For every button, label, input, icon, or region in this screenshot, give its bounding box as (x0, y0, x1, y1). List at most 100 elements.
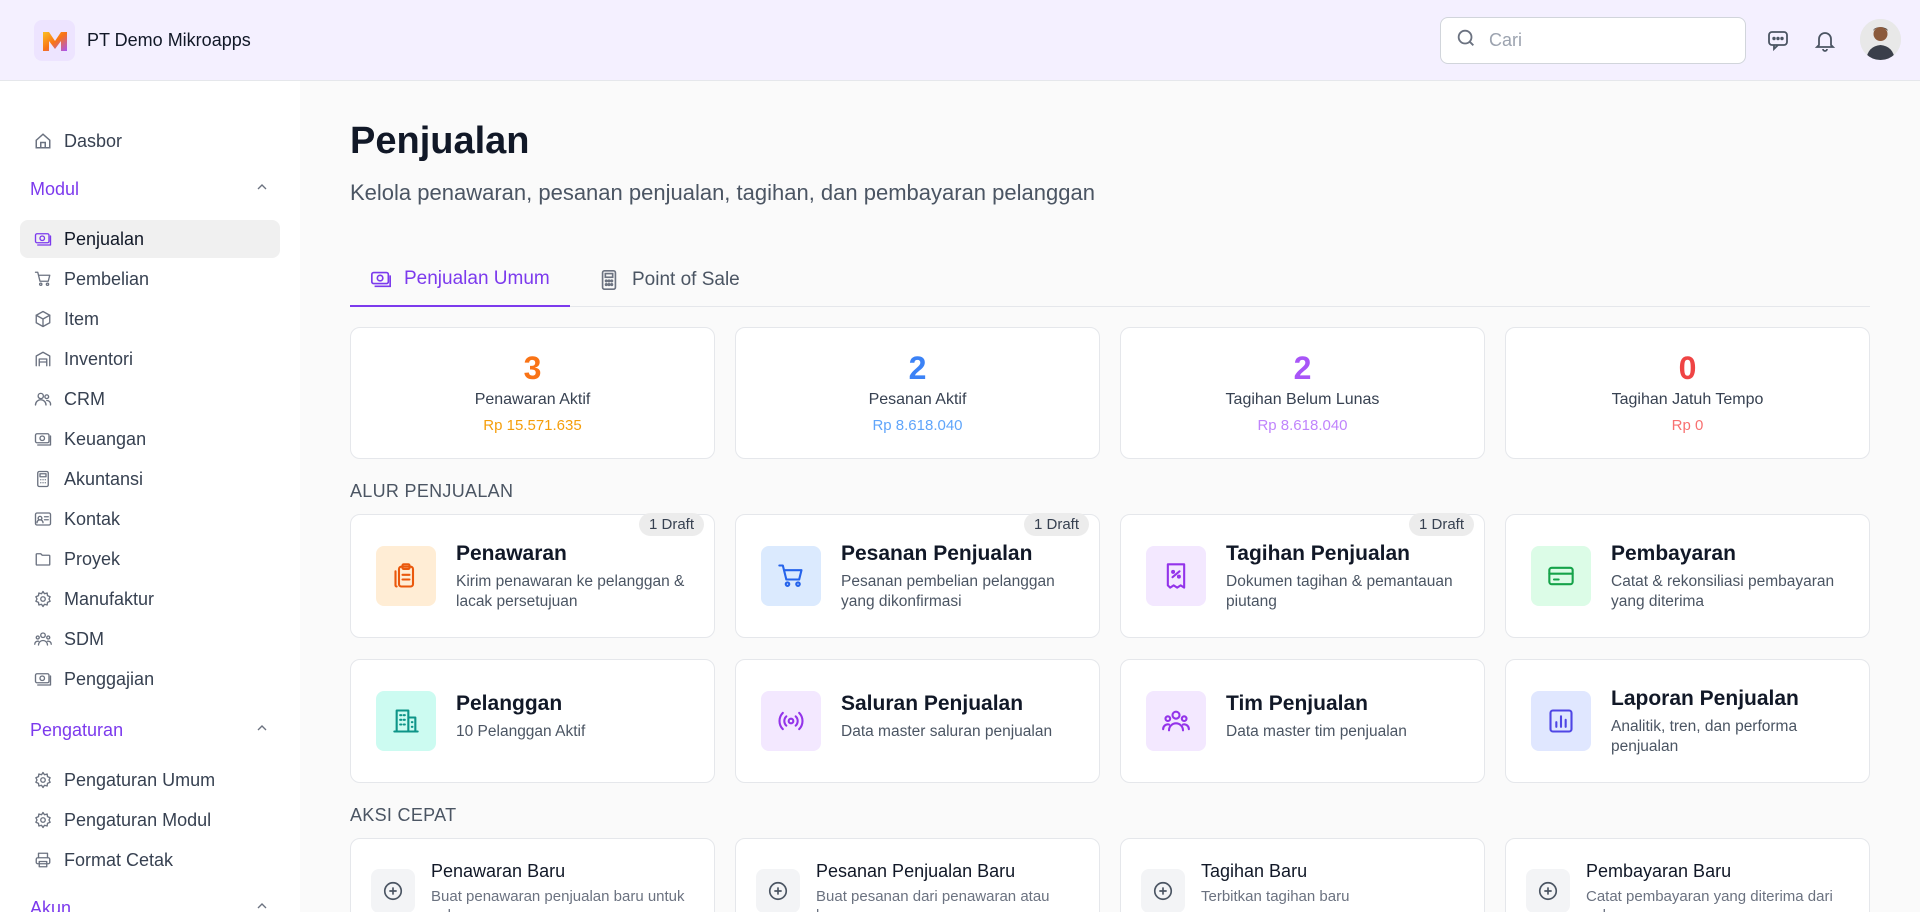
draft-badge: 1 Draft (638, 513, 704, 536)
sidebar-item-label: Kontak (64, 508, 121, 529)
sidebar-item-penjualan[interactable]: Penjualan (20, 220, 280, 258)
card-description: Analitik, tren, dan performa penjualan (1611, 718, 1798, 755)
card-description: Kirim penawaran ke pelanggan & lacak per… (456, 573, 685, 610)
card-description: Data master tim penjualan (1226, 723, 1407, 740)
plus-circle-icon (371, 869, 415, 912)
sidebar-item-dasbor[interactable]: Dasbor (20, 122, 280, 160)
tab-penjualan-umum[interactable]: Penjualan Umum (350, 252, 570, 307)
card-title: Pelanggan (456, 692, 563, 715)
card-description: Pesanan pembelian pelanggan yang dikonfi… (841, 573, 1055, 610)
flow-card-laporan-penjualan[interactable]: Laporan Penjualan Analitik, tren, dan per… (1505, 659, 1870, 783)
sidebar-section-akun[interactable]: Akun (30, 893, 270, 912)
team-icon (1146, 691, 1206, 751)
calculator-icon (598, 269, 620, 291)
stat-amount: Rp 8.618.040 (1257, 417, 1348, 434)
page-subtitle: Kelola penawaran, pesanan penjualan, tag… (350, 180, 1095, 205)
stat-label: Tagihan Belum Lunas (1225, 391, 1380, 408)
sidebar-section-pengaturan[interactable]: Pengaturan (30, 715, 270, 745)
search-box[interactable] (1440, 17, 1746, 64)
sidebar-item-proyek[interactable]: Proyek (20, 540, 280, 578)
quick-action-pembayaran-baru[interactable]: Pembayaran Baru Catat pembayaran yang dit… (1505, 838, 1870, 912)
sidebar-item-manufaktur[interactable]: Manufaktur (20, 580, 280, 618)
section-title: Pengaturan (30, 719, 124, 740)
flow-card-pesanan-penjualan[interactable]: Pesanan Penjualan Pesanan pembelian pelan… (735, 513, 1100, 638)
flow-card-saluran-penjualan[interactable]: Saluran Penjualan Data master saluran pen… (735, 659, 1100, 783)
building-icon (376, 691, 436, 751)
sidebar-item-label: Keuangan (64, 428, 147, 449)
company-logo[interactable] (34, 20, 75, 61)
sidebar-item-label: SDM (64, 628, 104, 649)
avatar[interactable] (1860, 19, 1901, 60)
sidebar-item-kontak[interactable]: Kontak (20, 500, 280, 538)
sidebar-item-pembelian[interactable]: Pembelian (20, 260, 280, 298)
sidebar-item-label: Penggajian (64, 668, 155, 689)
stat-amount: Rp 15.571.635 (483, 417, 582, 434)
sidebar-item-label: Pengaturan Umum (64, 769, 216, 790)
tab-point-of-sale[interactable]: Point of Sale (578, 252, 760, 307)
quick-action-pesanan-penjualan-baru[interactable]: Pesanan Penjualan Baru Buat pesanan dari … (735, 838, 1100, 912)
stat-label: Pesanan Aktif (868, 391, 967, 408)
stat-card[interactable]: 2 Pesanan Aktif Rp 8.618.040 (735, 327, 1100, 459)
sidebar-item-format-cetak[interactable]: Format Cetak (20, 841, 280, 879)
stat-card[interactable]: 0 Tagihan Jatuh Tempo Rp 0 (1505, 327, 1870, 459)
receipt-icon (1146, 546, 1206, 606)
sidebar-item-pengaturan-umum[interactable]: Pengaturan Umum (20, 761, 280, 799)
money-icon (34, 670, 52, 688)
bar-chart-icon (1531, 691, 1591, 751)
stat-card[interactable]: 2 Tagihan Belum Lunas Rp 8.618.040 (1120, 327, 1485, 459)
card-description: 10 Pelanggan Aktif (456, 723, 586, 740)
company-name[interactable]: PT Demo Mikroapps (87, 30, 251, 51)
group-icon (34, 630, 52, 648)
money-icon (34, 230, 52, 248)
stat-card[interactable]: 3 Penawaran Aktif Rp 15.571.635 (350, 327, 715, 459)
quick-action-description: Terbitkan tagihan baru (1201, 888, 1350, 905)
quick-action-description: Catat pembayaran yang diterima dari pela… (1586, 888, 1833, 912)
sidebar-item-label: Pengaturan Modul (64, 809, 212, 830)
sidebar-section-modul[interactable]: Modul (30, 174, 270, 204)
section-title: Akun (30, 897, 72, 912)
section-aksi-cepat: AKSI CEPAT (350, 805, 457, 825)
chevron-up-icon (254, 179, 270, 200)
sidebar-item-label: Format Cetak (64, 849, 174, 870)
contact-card-icon (34, 510, 52, 528)
sidebar-item-crm[interactable]: CRM (20, 380, 280, 418)
flow-card-tagihan-penjualan[interactable]: Tagihan Penjualan Dokumen tagihan & peman… (1120, 513, 1485, 638)
card-title: Tagihan Penjualan (1226, 542, 1410, 565)
sidebar-item-label: Pembelian (64, 268, 150, 289)
section-title: Modul (30, 178, 80, 199)
flow-card-pembayaran[interactable]: Pembayaran Catat & rekonsiliasi pembayara… (1505, 514, 1870, 638)
search-input[interactable] (1489, 30, 1739, 51)
gear-icon (34, 771, 52, 789)
chat-icon[interactable] (1764, 26, 1792, 54)
sidebar-item-label: Manufaktur (64, 588, 155, 609)
printer-icon (34, 851, 52, 869)
flow-card-penawaran[interactable]: Penawaran Kirim penawaran ke pelanggan & … (350, 513, 715, 638)
sidebar-item-item[interactable]: Item (20, 300, 280, 338)
stat-label: Penawaran Aktif (474, 391, 591, 408)
sidebar-item-akuntansi[interactable]: Akuntansi (20, 460, 280, 498)
sidebar-item-label: Akuntansi (64, 468, 144, 489)
flow-card-tim-penjualan[interactable]: Tim Penjualan Data master tim penjualan (1120, 659, 1485, 783)
cart-icon (34, 270, 52, 288)
page-title: Penjualan (350, 120, 530, 162)
sidebar-item-pengaturan-modul[interactable]: Pengaturan Modul (20, 801, 280, 839)
quick-action-tagihan-baru[interactable]: Tagihan Baru Terbitkan tagihan baru (1120, 838, 1485, 912)
sidebar-item-keuangan[interactable]: Keuangan (20, 420, 280, 458)
tab-label: Point of Sale (632, 268, 740, 290)
flow-card-pelanggan[interactable]: Pelanggan 10 Pelanggan Aktif (350, 659, 715, 783)
money-icon (34, 430, 52, 448)
sidebar: Dasbor Modul Penjualan Pembelian Item Inven… (0, 81, 300, 912)
quick-action-title: Tagihan Baru (1201, 861, 1308, 881)
bell-icon[interactable] (1811, 26, 1839, 54)
sidebar-item-sdm[interactable]: SDM (20, 620, 280, 658)
logo-m-icon (42, 31, 67, 51)
card-title: Tim Penjualan (1226, 692, 1368, 715)
stat-label: Tagihan Jatuh Tempo (1611, 391, 1764, 408)
money-icon (370, 268, 392, 290)
credit-card-icon (1531, 546, 1591, 606)
sidebar-item-penggajian[interactable]: Penggajian (20, 660, 280, 698)
tab-bar: Penjualan Umum Point of Sale (350, 252, 1870, 307)
quick-action-description: Buat pesanan dari penawaran atau langsun… (816, 888, 1050, 912)
sidebar-item-inventori[interactable]: Inventori (20, 340, 280, 378)
quick-action-penawaran-baru[interactable]: Penawaran Baru Buat penawaran penjualan b… (350, 838, 715, 912)
